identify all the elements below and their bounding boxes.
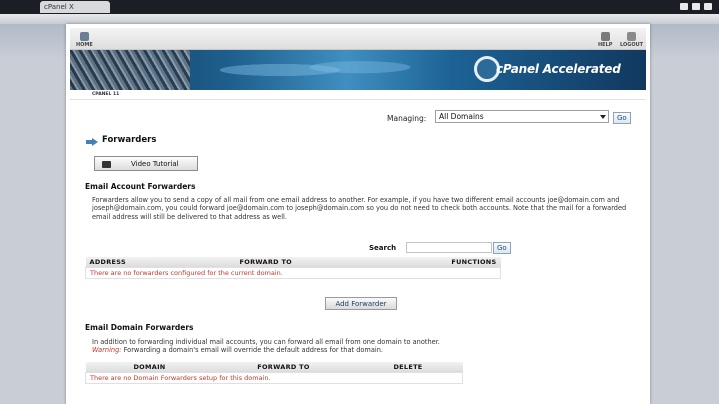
warning-label: Warning: [92, 346, 122, 355]
table-row: There are no Domain Forwarders setup for… [85, 371, 463, 384]
table-header-row: Domain Forward To Delete [85, 362, 463, 372]
logout-icon [627, 32, 637, 41]
home-label: HOME [76, 42, 93, 48]
cpanel-page: HOME HELP LOGOUT cPanel Accelerated CPAN… [66, 24, 650, 404]
managing-label: Managing: [387, 114, 427, 123]
email-account-forwarders-description: Forwarders allow you to send a copy of a… [92, 196, 627, 221]
email-account-forwarders-heading: Email Account Forwarders [85, 182, 196, 191]
column-header-address[interactable]: Address [85, 257, 236, 267]
empty-domain-forwarders-message: There are no Domain Forwarders setup for… [85, 371, 463, 384]
help-icon [600, 32, 610, 41]
warning-text: Forwarding a domain's email will overrid… [123, 346, 383, 355]
help-label: HELP [598, 42, 613, 48]
version-label: CPANEL 11 [92, 92, 120, 97]
add-forwarder-button[interactable]: Add Forwarder [325, 297, 397, 310]
logout-label: LOGOUT [620, 42, 644, 48]
video-tutorial-label: Video Tutorial [131, 160, 179, 168]
close-icon[interactable] [704, 3, 712, 10]
search-label: Search [369, 244, 397, 252]
maximize-icon[interactable] [692, 3, 700, 10]
domain-select[interactable]: All Domains [435, 110, 609, 123]
chevron-down-icon [600, 115, 606, 119]
email-domain-forwarders-heading: Email Domain Forwarders [85, 323, 194, 332]
minimize-icon[interactable] [680, 3, 688, 10]
search-go-button[interactable]: Go [493, 242, 511, 254]
managing-go-button[interactable]: Go [613, 112, 631, 124]
cpanel-banner: cPanel Accelerated [70, 50, 646, 90]
email-forwarders-table: Address Forward To Functions There are n… [85, 257, 501, 279]
column-header-functions: Functions [385, 257, 501, 267]
camera-icon [102, 161, 111, 168]
top-navigation: HOME HELP LOGOUT [70, 28, 646, 50]
network-cables-image [70, 50, 190, 90]
email-domain-forwarders-description: In addition to forwarding individual mai… [92, 338, 612, 355]
brand-name: cPanel Accelerated [496, 62, 621, 76]
empty-forwarders-message: There are no forwarders configured for t… [85, 266, 501, 279]
table-header-row: Address Forward To Functions [85, 257, 501, 267]
table-row: There are no forwarders configured for t… [85, 266, 501, 279]
column-header-domain[interactable]: Domain [85, 362, 214, 372]
browser-titlebar: cPanel X [0, 0, 719, 14]
version-bar: CPANEL 11 [70, 90, 646, 100]
domain-select-value: All Domains [439, 112, 484, 121]
search-input[interactable] [406, 242, 492, 253]
domain-forwarders-intro: In addition to forwarding individual mai… [92, 338, 440, 346]
world-map-graphic [220, 56, 420, 84]
forward-arrow-icon [86, 138, 98, 146]
help-link[interactable]: HELP [598, 32, 612, 48]
home-link[interactable]: HOME [76, 32, 93, 48]
domain-forwarders-table: Domain Forward To Delete There are no Do… [85, 362, 463, 384]
video-tutorial-button[interactable]: Video Tutorial [94, 156, 198, 171]
browser-tab[interactable]: cPanel X [40, 1, 110, 13]
column-header-delete: Delete [353, 362, 463, 372]
column-header-forward-to[interactable]: Forward To [213, 362, 354, 372]
browser-toolbar [0, 14, 719, 24]
column-header-forward-to[interactable]: Forward To [235, 257, 386, 267]
home-icon [79, 32, 89, 41]
logout-link[interactable]: LOGOUT [620, 32, 643, 48]
page-title: Forwarders [102, 135, 157, 145]
